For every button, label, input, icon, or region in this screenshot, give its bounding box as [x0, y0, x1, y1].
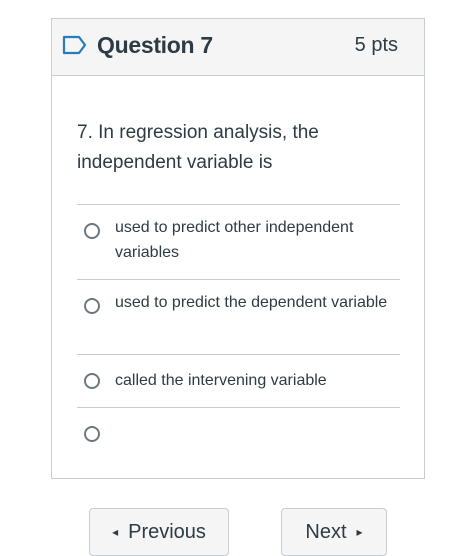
left-arrow-icon: ◂ [112, 525, 119, 539]
question-title: Question 7 [97, 32, 213, 58]
next-button[interactable]: Next ▸ [281, 508, 387, 556]
answer-option[interactable]: used to predict the dependent variable [77, 279, 400, 354]
next-label: Next [305, 520, 347, 543]
question-text: 7. In regression analysis, the independe… [77, 122, 319, 173]
radio-button[interactable] [84, 223, 100, 239]
radio-button[interactable] [84, 373, 100, 389]
answer-label[interactable]: called the intervening variable [115, 368, 395, 393]
answer-option[interactable] [77, 407, 400, 460]
question-header: Question 7 5 pts [52, 19, 424, 76]
right-arrow-icon: ▸ [356, 525, 363, 539]
answer-label[interactable]: used to predict other independent variab… [115, 215, 395, 265]
answer-label[interactable]: used to predict the dependent variable [115, 290, 395, 315]
previous-label: Previous [128, 520, 206, 543]
radio-button[interactable] [84, 298, 100, 314]
answer-option[interactable]: used to predict other independent variab… [77, 204, 400, 279]
answer-list: used to predict other independent variab… [77, 204, 400, 460]
question-card: Question 7 5 pts 7. In regression analys… [51, 18, 425, 479]
question-points: 5 pts [354, 34, 398, 56]
answer-option[interactable]: called the intervening variable [77, 354, 400, 407]
radio-button[interactable] [84, 426, 100, 442]
previous-button[interactable]: ◂ Previous [89, 508, 229, 556]
bookmark-flag-icon[interactable] [62, 35, 88, 55]
